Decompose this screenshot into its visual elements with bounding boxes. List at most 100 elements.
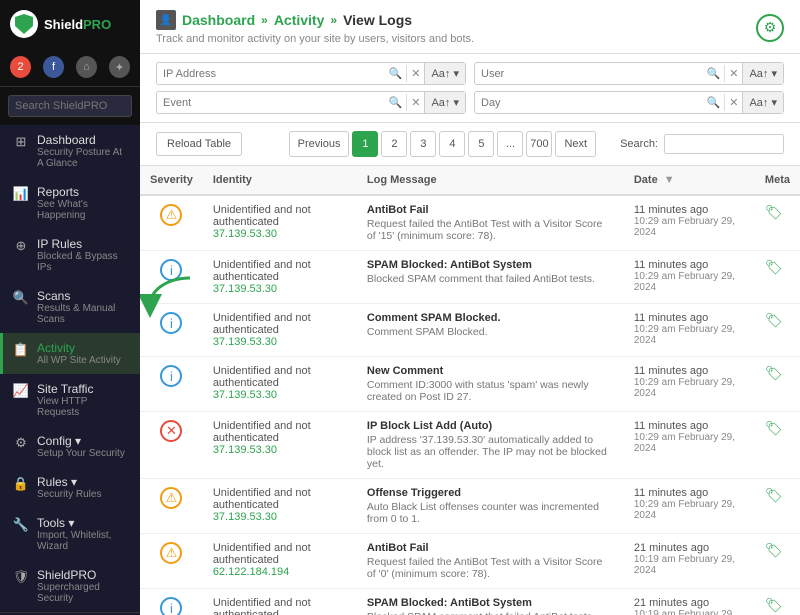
breadcrumb-sep2: »	[330, 13, 337, 27]
home-icon[interactable]: ⌂	[76, 56, 97, 78]
meta-cell: 🏷	[755, 534, 800, 589]
rules-icon: 🔒	[13, 476, 29, 492]
identity-ip[interactable]: 37.139.53.30	[213, 511, 347, 523]
sidebar-item-ip-rules[interactable]: ⊕ IP Rules Blocked & Bypass IPs	[0, 229, 140, 281]
severity-icon: ⚠	[160, 487, 182, 509]
date-cell: 11 minutes ago 10:29 am February 29, 202…	[624, 357, 755, 412]
meta-tag-icon[interactable]: 🏷	[765, 542, 783, 558]
filter-panel: 🔍 ✕ Aa↑ ▾ 🔍 ✕ Aa↑ ▾ 🔍 ✕ Aa↑ ▾ 🔍 ✕	[140, 54, 800, 123]
identity-cell: Unidentified and not authenticated 37.13…	[203, 195, 357, 251]
log-msg: Comment SPAM Blocked.	[367, 326, 614, 338]
date-cell: 21 minutes ago 10:19 am February 29, 202…	[624, 534, 755, 589]
meta-tag-icon[interactable]: 🏷	[765, 259, 783, 275]
identity-label: Unidentified and not authenticated	[213, 420, 347, 444]
facebook-icon[interactable]: f	[43, 56, 64, 78]
identity-cell: Unidentified and not authenticated 62.12…	[203, 589, 357, 615]
breadcrumb-activity[interactable]: Activity	[274, 12, 325, 28]
page-2-button[interactable]: 2	[381, 131, 407, 157]
search-label: Search:	[620, 138, 658, 150]
shieldpro-label: ShieldPRO	[37, 568, 130, 582]
identity-ip[interactable]: 37.139.53.30	[213, 389, 347, 401]
sidebar-item-activity[interactable]: 📋 Activity All WP Site Activity	[0, 333, 140, 374]
sidebar-item-dashboard[interactable]: ⊞ Dashboard Security Posture At A Glance	[0, 125, 140, 177]
log-message-cell: IP Block List Add (Auto) IP address '37.…	[357, 412, 624, 479]
event-format-select[interactable]: Aa↑ ▾	[424, 92, 465, 113]
col-log-message: Log Message	[357, 166, 624, 195]
sidebar-item-tools[interactable]: 🔧 Tools ▾ Import, Whitelist, Wizard	[0, 508, 140, 560]
site-traffic-label: Site Traffic	[37, 382, 130, 396]
identity-label: Unidentified and not authenticated	[213, 259, 347, 283]
search-input[interactable]	[8, 95, 132, 117]
meta-tag-icon[interactable]: 🏷	[765, 204, 783, 220]
star-icon[interactable]: ✦	[109, 56, 130, 78]
identity-ip[interactable]: 37.139.53.30	[213, 336, 347, 348]
sidebar-item-reports[interactable]: 📊 Reports See What's Happening	[0, 177, 140, 229]
ip-search-button[interactable]: 🔍	[385, 65, 407, 82]
severity-icon: i	[160, 365, 182, 387]
user-search-button[interactable]: 🔍	[703, 65, 725, 82]
sidebar-icon-row: 2 f ⌂ ✦	[0, 48, 140, 87]
identity-ip[interactable]: 37.139.53.30	[213, 283, 347, 295]
identity-ip[interactable]: 37.139.53.30	[213, 228, 347, 240]
sidebar-item-shieldpro[interactable]: 🛡 ShieldPRO Supercharged Security	[0, 560, 140, 612]
ip-clear-button[interactable]: ✕	[406, 65, 424, 82]
ip-format-select[interactable]: Aa↑ ▾	[424, 63, 465, 84]
event-input[interactable]	[157, 93, 385, 113]
page-4-button[interactable]: 4	[439, 131, 465, 157]
meta-tag-icon[interactable]: 🏷	[765, 487, 783, 503]
page-5-button[interactable]: 5	[468, 131, 494, 157]
log-msg: Blocked SPAM comment that failed AntiBot…	[367, 611, 614, 615]
next-button[interactable]: Next	[555, 131, 596, 157]
meta-tag-icon[interactable]: 🏷	[765, 312, 783, 328]
log-message-cell: Offense Triggered Auto Black List offens…	[357, 479, 624, 534]
sidebar-item-config[interactable]: ⚙ Config ▾ Setup Your Security	[0, 426, 140, 467]
day-input[interactable]	[475, 93, 703, 113]
log-title: AntiBot Fail	[367, 542, 614, 554]
day-clear-button[interactable]: ✕	[724, 94, 742, 111]
breadcrumb-current: View Logs	[343, 12, 412, 28]
meta-tag-icon[interactable]: 🏷	[765, 420, 783, 436]
event-clear-button[interactable]: ✕	[406, 94, 424, 111]
table-search-input[interactable]	[664, 134, 784, 154]
date-sub: 10:19 am February 29, 2024	[634, 609, 745, 615]
breadcrumb-dashboard[interactable]: Dashboard	[182, 12, 255, 28]
day-format-select[interactable]: Aa↑ ▾	[742, 92, 783, 113]
meta-tag-icon[interactable]: 🏷	[765, 597, 783, 613]
log-msg: IP address '37.139.53.30' automatically …	[367, 434, 614, 470]
rules-sub: Security Rules	[37, 489, 101, 500]
user-format-select[interactable]: Aa↑ ▾	[742, 63, 783, 84]
user-input[interactable]	[475, 64, 703, 84]
day-search-button[interactable]: 🔍	[703, 94, 725, 111]
log-message-cell: AntiBot Fail Request failed the AntiBot …	[357, 534, 624, 589]
sidebar-item-site-traffic[interactable]: 📈 Site Traffic View HTTP Requests	[0, 374, 140, 426]
meta-cell: 🏷	[755, 357, 800, 412]
sidebar-item-rules[interactable]: 🔒 Rules ▾ Security Rules	[0, 467, 140, 508]
reload-table-button[interactable]: Reload Table	[156, 132, 242, 156]
identity-ip[interactable]: 37.139.53.30	[213, 444, 347, 456]
page-700-button[interactable]: 700	[526, 131, 552, 157]
day-filter: 🔍 ✕ Aa↑ ▾	[474, 91, 784, 114]
user-clear-button[interactable]: ✕	[724, 65, 742, 82]
identity-label: Unidentified and not authenticated	[213, 204, 347, 228]
page-1-button[interactable]: 1	[352, 131, 378, 157]
event-search-button[interactable]: 🔍	[385, 94, 407, 111]
meta-tag-icon[interactable]: 🏷	[765, 365, 783, 381]
page-ellipsis: ...	[497, 131, 523, 157]
page-3-button[interactable]: 3	[410, 131, 436, 157]
identity-label: Unidentified and not authenticated	[213, 542, 347, 566]
previous-button[interactable]: Previous	[289, 131, 350, 157]
ip-address-input[interactable]	[157, 64, 385, 84]
sidebar-item-scans[interactable]: 🔍 Scans Results & Manual Scans	[0, 281, 140, 333]
log-title: SPAM Blocked: AntiBot System	[367, 259, 614, 271]
identity-ip[interactable]: 62.122.184.194	[213, 566, 347, 578]
identity-cell: Unidentified and not authenticated 62.12…	[203, 534, 357, 589]
alert-badge[interactable]: 2	[10, 56, 31, 78]
severity-cell: ⚠	[140, 479, 203, 534]
severity-icon: ⚠	[160, 542, 182, 564]
config-label: Config ▾	[37, 434, 125, 448]
settings-gear-button[interactable]: ⚙	[756, 14, 784, 42]
table-row: i Unidentified and not authenticated 37.…	[140, 304, 800, 357]
table-row: ✕ Unidentified and not authenticated 37.…	[140, 412, 800, 479]
log-title: IP Block List Add (Auto)	[367, 420, 614, 432]
reports-sub: See What's Happening	[37, 199, 130, 221]
